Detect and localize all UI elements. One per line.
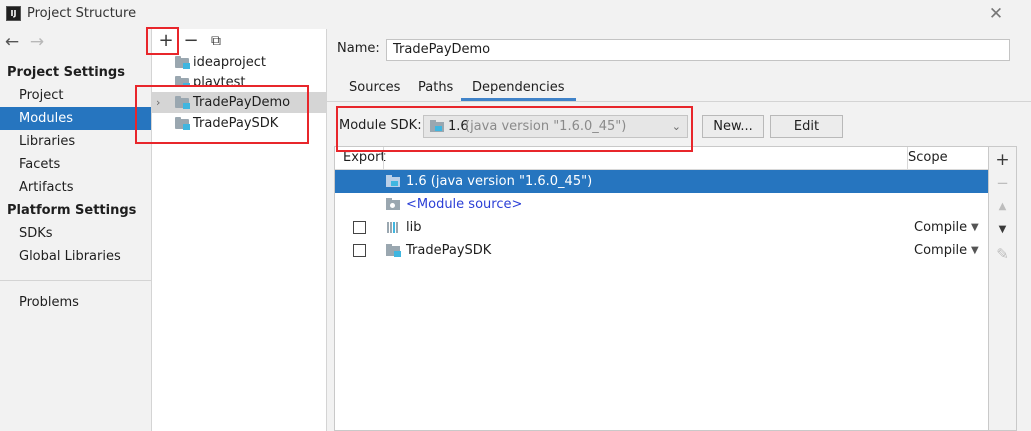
move-up-button[interactable]: ▲: [989, 196, 1016, 218]
annotation-box-add: [146, 27, 179, 55]
tabs-divider: [327, 101, 1031, 102]
module-detail-panel: Name: TradePayDemo Sources Paths Depende…: [327, 29, 1031, 431]
table-row[interactable]: <Module source>: [335, 193, 988, 216]
module-name-field[interactable]: TradePayDemo: [386, 39, 1010, 61]
library-icon: [386, 221, 401, 234]
table-row[interactable]: 1.6 (java version "1.6.0_45"): [335, 170, 988, 193]
copy-icon: ⧉: [211, 33, 221, 49]
export-checkbox[interactable]: [353, 221, 366, 234]
new-sdk-button[interactable]: New...: [702, 115, 764, 138]
chevron-down-icon[interactable]: ▼: [971, 239, 979, 262]
scope-value[interactable]: Compile: [914, 216, 967, 239]
name-label: Name:: [337, 41, 380, 56]
module-name: playtest: [193, 75, 246, 86]
intellij-logo-icon: IJ: [6, 6, 21, 21]
dependency-toolbar: + − ▲ ▼ ✎: [989, 146, 1017, 431]
project-structure-window: IJ Project Structure ✕ ← → Project Setti…: [0, 0, 1031, 431]
module-name: ideaproject: [193, 55, 266, 70]
title-bar: IJ Project Structure ✕: [0, 0, 1031, 29]
dependency-label: TradePaySDK: [406, 243, 492, 258]
edit-sdk-button[interactable]: Edit: [770, 115, 843, 138]
export-checkbox[interactable]: [353, 244, 366, 257]
tab-dependencies[interactable]: Dependencies: [461, 75, 576, 101]
move-down-button[interactable]: ▼: [989, 219, 1016, 241]
module-folder-icon: [386, 244, 401, 257]
module-tree-item[interactable]: ideaproject: [152, 52, 326, 73]
scope-value[interactable]: Compile: [914, 239, 967, 262]
project-settings-heading: Project Settings: [7, 65, 125, 80]
settings-navigation: ← → Project Settings Project Modules Lib…: [0, 29, 151, 431]
column-header-scope[interactable]: Scope: [908, 147, 948, 169]
tab-paths[interactable]: Paths: [407, 75, 464, 101]
add-dependency-button[interactable]: +: [989, 149, 1016, 171]
chevron-down-icon[interactable]: ▼: [971, 216, 979, 239]
dependencies-table: Export Scope 1.6 (java version "1.6.0_45…: [334, 146, 989, 431]
tab-sources[interactable]: Sources: [338, 75, 411, 101]
edit-dependency-button[interactable]: ✎: [989, 243, 1016, 265]
remove-module-button[interactable]: −: [180, 31, 202, 51]
nav-item-artifacts[interactable]: Artifacts: [0, 176, 151, 199]
annotation-box-modules: [135, 85, 309, 144]
close-icon[interactable]: ✕: [986, 4, 1006, 24]
nav-item-libraries[interactable]: Libraries: [0, 130, 151, 153]
table-row[interactable]: TradePaySDK Compile ▼: [335, 239, 988, 262]
module-tree-item[interactable]: playtest: [152, 72, 326, 86]
nav-item-problems[interactable]: Problems: [0, 291, 151, 314]
minus-icon: −: [183, 30, 199, 51]
back-arrow-icon[interactable]: ←: [1, 32, 23, 52]
nav-item-project[interactable]: Project: [0, 84, 151, 107]
table-row[interactable]: lib Compile ▼: [335, 216, 988, 239]
copy-module-button[interactable]: ⧉: [205, 31, 227, 51]
dependency-label: 1.6 (java version "1.6.0_45"): [406, 174, 593, 189]
module-folder-icon: [175, 56, 190, 69]
platform-settings-heading: Platform Settings: [7, 203, 137, 218]
dependency-label: <Module source>: [406, 197, 523, 212]
nav-item-sdks[interactable]: SDKs: [0, 222, 151, 245]
nav-item-global-libraries[interactable]: Global Libraries: [0, 245, 151, 268]
nav-item-modules[interactable]: Modules: [0, 107, 151, 130]
dependency-label: lib: [406, 220, 422, 235]
remove-dependency-button[interactable]: −: [989, 172, 1016, 194]
sdk-folder-icon: [386, 175, 401, 188]
nav-divider: [0, 280, 151, 281]
nav-item-facets[interactable]: Facets: [0, 153, 151, 176]
window-title: Project Structure: [27, 6, 137, 21]
annotation-box-sdk: [336, 106, 693, 152]
forward-arrow-icon[interactable]: →: [26, 32, 48, 52]
source-folder-icon: [386, 198, 401, 211]
